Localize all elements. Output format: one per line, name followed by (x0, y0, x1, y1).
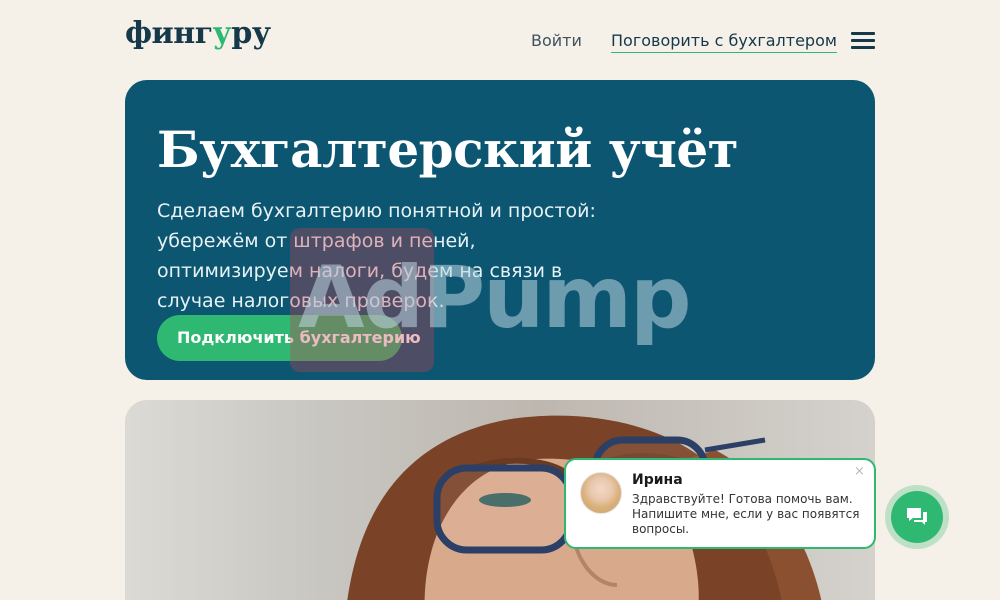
close-icon[interactable]: × (854, 464, 865, 479)
logo-prefix: финг (125, 16, 213, 51)
chat-popup[interactable]: Ирина Здравствуйте! Готова помочь вам. Н… (564, 458, 876, 549)
logo-accent: у (212, 16, 232, 51)
agent-avatar (580, 472, 622, 514)
chat-message: Здравствуйте! Готова помочь вам. Напишит… (632, 492, 860, 536)
connect-accounting-button[interactable]: Подключить бухгалтерию (157, 315, 421, 361)
agent-name: Ирина (632, 472, 683, 488)
logo-suffix: ру (231, 16, 271, 51)
site-header: фингуру Войти Поговорить с бухгалтером (125, 14, 875, 64)
hero-title: Бухгалтерский учёт (157, 120, 739, 179)
talk-to-accountant-link[interactable]: Поговорить с бухгалтером (611, 31, 837, 53)
chat-icon (907, 508, 927, 525)
hero-banner: Бухгалтерский учёт Сделаем бухгалтерию п… (125, 80, 875, 380)
hero-subtitle: Сделаем бухгалтерию понятной и простой: … (157, 200, 596, 312)
login-link[interactable]: Войти (531, 31, 582, 50)
logo[interactable]: фингуру (125, 16, 271, 51)
chat-open-button[interactable] (885, 485, 949, 549)
burger-menu-icon[interactable] (851, 32, 875, 50)
